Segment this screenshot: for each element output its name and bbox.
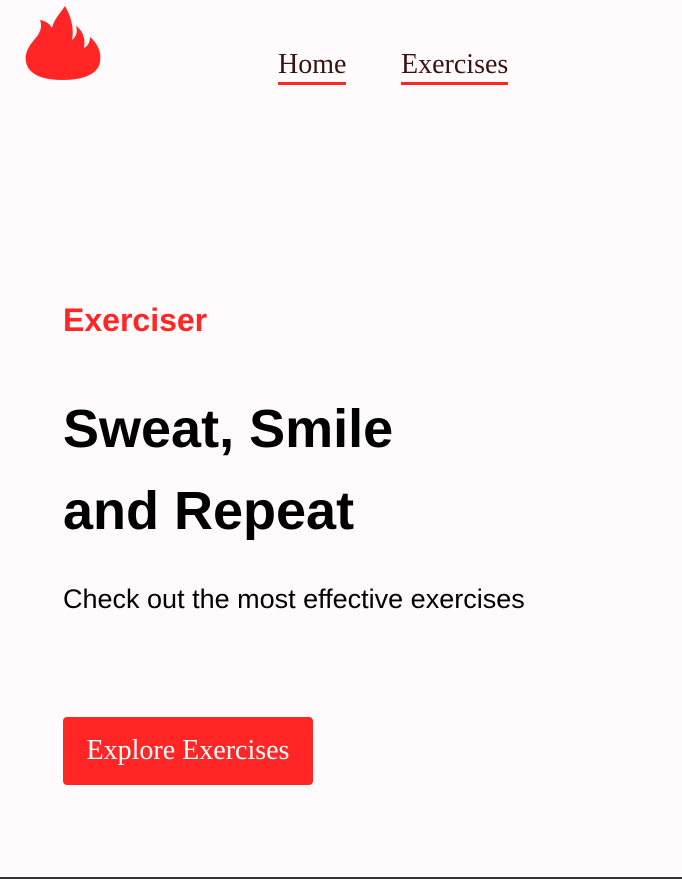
hero-headline-line-2: and Repeat xyxy=(63,481,355,541)
nav-link-exercises[interactable]: Exercises xyxy=(401,48,509,85)
brand-label: Exerciser xyxy=(63,302,208,338)
explore-exercises-button[interactable]: Explore Exercises xyxy=(63,717,313,785)
main-nav: Home Exercises xyxy=(0,48,682,88)
hero-headline: Sweat, Smile and Repeat xyxy=(63,388,393,552)
nav-link-home[interactable]: Home xyxy=(278,48,347,85)
hero-subtext: Check out the most effective exercises xyxy=(63,584,525,614)
hero-headline-line-1: Sweat, Smile xyxy=(63,399,394,459)
